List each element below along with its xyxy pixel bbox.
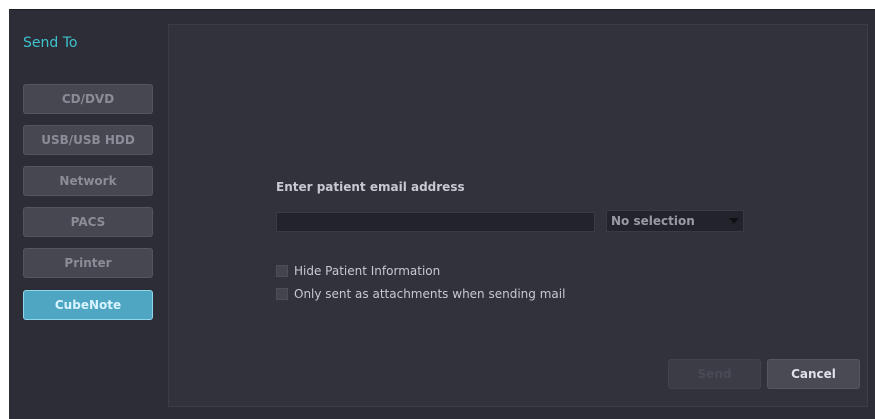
attachments-only-label: Only sent as attachments when sending ma… [294,287,566,301]
dropdown-value: No selection [611,214,695,228]
hide-patient-info-checkbox[interactable] [276,265,288,277]
caret-down-icon [729,218,739,224]
send-button[interactable]: Send [668,359,761,389]
nav-item-printer[interactable]: Printer [23,248,153,278]
nav-item-pacs[interactable]: PACS [23,207,153,237]
email-selection-dropdown[interactable]: No selection [606,210,744,232]
attachments-only-option[interactable]: Only sent as attachments when sending ma… [276,287,565,301]
nav-item-network[interactable]: Network [23,166,153,196]
nav-item-cubenote[interactable]: CubeNote [23,290,153,320]
nav-item-cd-dvd[interactable]: CD/DVD [23,84,153,114]
hide-patient-info-label: Hide Patient Information [294,264,441,278]
nav-item-usb-hdd[interactable]: USB/USB HDD [23,125,153,155]
cancel-button[interactable]: Cancel [767,359,860,389]
email-label: Enter patient email address [276,180,465,194]
send-to-dialog: Send To CD/DVD USB/USB HDD Network PACS … [9,9,875,419]
dialog-title: Send To [23,35,78,51]
email-input[interactable] [276,212,595,232]
hide-patient-info-option[interactable]: Hide Patient Information [276,264,440,278]
attachments-only-checkbox[interactable] [276,288,288,300]
content-panel: Enter patient email address No selection… [168,24,868,407]
